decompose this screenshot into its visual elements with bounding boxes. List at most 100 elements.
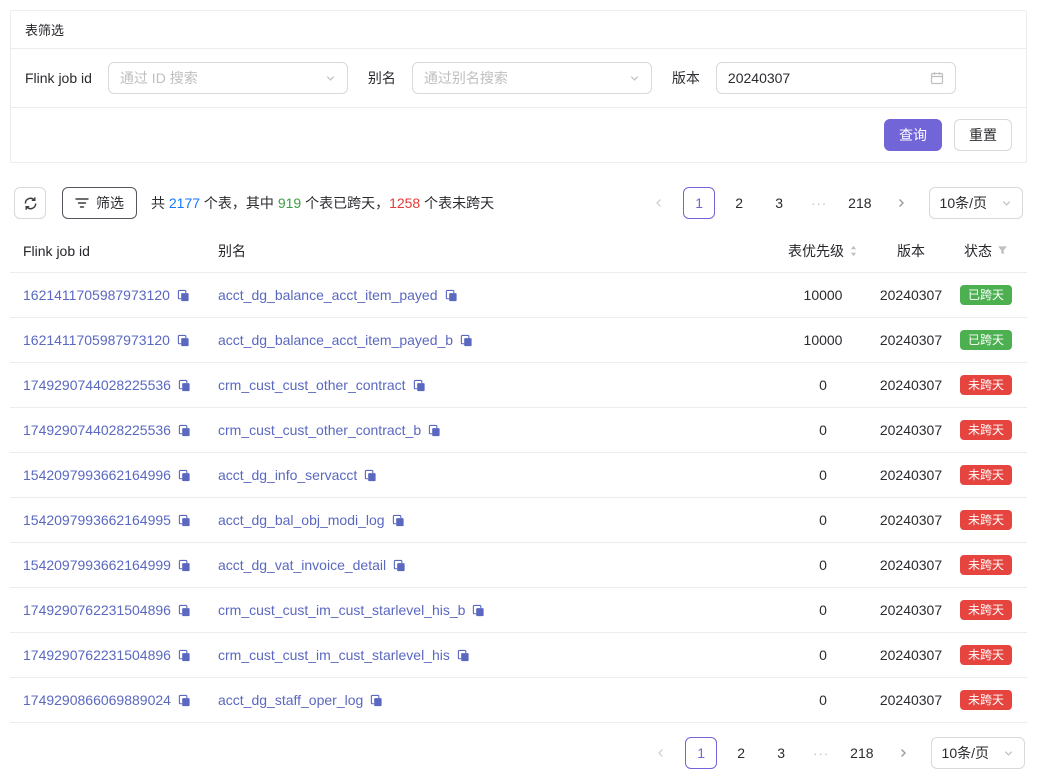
row-priority: 10000 [781,287,865,303]
table-row: 1621411705987973120 acct_dg_balance_acct… [10,273,1027,318]
copy-icon[interactable] [178,604,191,617]
pagination-next[interactable] [885,187,917,219]
query-button[interactable]: 查询 [884,119,942,151]
summary-text: 共 2177 个表，其中 919 个表已跨天，1258 个表未跨天 [151,193,494,213]
status-badge: 已跨天 [960,285,1012,305]
row-id-link[interactable]: 1542097993662164999 [23,557,171,573]
pagination-prev[interactable] [643,187,675,219]
filter-button-label: 筛选 [96,193,124,213]
copy-icon[interactable] [178,694,191,707]
copy-icon[interactable] [178,559,191,572]
table-header-row: Flink job id 别名 表优先级 版本 状态 [10,229,1027,273]
pagination-page-3[interactable]: 3 [763,187,795,219]
page-size-select[interactable]: 10条/页 [931,737,1025,769]
row-alias-link[interactable]: crm_cust_cust_other_contract_b [218,422,421,438]
total-count: 2177 [169,195,200,211]
filter-button[interactable]: 筛选 [62,187,137,219]
pagination-page-1[interactable]: 1 [683,187,715,219]
row-version: 20240307 [865,287,957,303]
row-version: 20240307 [865,602,957,618]
row-id-link[interactable]: 1749290744028225536 [23,422,171,438]
pagination-ellipsis[interactable]: ··· [805,737,837,769]
copy-icon[interactable] [177,334,190,347]
copy-icon[interactable] [178,649,191,662]
status-badge: 未跨天 [960,555,1012,575]
row-id-link[interactable]: 1542097993662164996 [23,467,171,483]
pagination: 123···218 10条/页 [639,187,1023,219]
filter-fields: Flink job id 通过 ID 搜索 别名 通过别名搜索 [11,49,1026,108]
pagination-page-218[interactable]: 218 [845,737,878,769]
version-value: 20240307 [728,70,790,86]
row-alias-link[interactable]: acct_dg_staff_oper_log [218,692,363,708]
version-label: 版本 [672,68,700,88]
copy-icon[interactable] [460,334,473,347]
refresh-button[interactable] [14,187,46,219]
row-id-link[interactable]: 1749290866069889024 [23,692,171,708]
row-priority: 0 [781,512,865,528]
page-size-value: 10条/页 [940,193,987,213]
row-alias-link[interactable]: acct_dg_balance_acct_item_payed [218,287,438,303]
row-alias-link[interactable]: acct_dg_info_servacct [218,467,357,483]
row-id-link[interactable]: 1749290762231504896 [23,647,171,663]
row-id-link[interactable]: 1749290744028225536 [23,377,171,393]
copy-icon[interactable] [178,469,191,482]
version-date-input[interactable]: 20240307 [716,62,956,94]
row-alias-link[interactable]: acct_dg_bal_obj_modi_log [218,512,385,528]
copy-icon[interactable] [178,379,191,392]
status-badge: 未跨天 [960,645,1012,665]
pagination-prev[interactable] [645,737,677,769]
alias-label: 别名 [368,68,396,88]
alias-select[interactable]: 通过别名搜索 [412,62,652,94]
copy-icon[interactable] [428,424,441,437]
pagination-page-2[interactable]: 2 [725,737,757,769]
row-version: 20240307 [865,467,957,483]
row-id-link[interactable]: 1621411705987973120 [23,332,170,348]
filter-funnel-icon[interactable] [997,245,1008,256]
copy-icon[interactable] [445,289,458,302]
pagination-slot: 123···218 10条/页 [641,737,1025,769]
copy-icon[interactable] [178,514,191,527]
copy-icon[interactable] [472,604,485,617]
copy-icon[interactable] [178,424,191,437]
row-id-link[interactable]: 1749290762231504896 [23,602,171,618]
copy-icon[interactable] [457,649,470,662]
row-alias-link[interactable]: acct_dg_balance_acct_item_payed_b [218,332,453,348]
table-row: 1542097993662164996 acct_dg_info_servacc… [10,453,1027,498]
table-row: 1542097993662164995 acct_dg_bal_obj_modi… [10,498,1027,543]
sort-icon[interactable] [849,244,858,258]
copy-icon[interactable] [413,379,426,392]
row-priority: 0 [781,602,865,618]
chevron-down-icon [1003,748,1014,759]
table-row: 1749290744028225536 crm_cust_cust_other_… [10,363,1027,408]
col-header-flink-job-id: Flink job id [23,243,218,259]
table-row: 1749290744028225536 crm_cust_cust_other_… [10,408,1027,453]
row-priority: 10000 [781,332,865,348]
copy-icon[interactable] [370,694,383,707]
row-id-link[interactable]: 1542097993662164995 [23,512,171,528]
table: Flink job id 别名 表优先级 版本 状态 1621411705987… [10,229,1027,723]
row-alias-link[interactable]: crm_cust_cust_im_cust_starlevel_his_b [218,602,465,618]
pagination-next[interactable] [887,737,919,769]
pagination-page-3[interactable]: 3 [765,737,797,769]
copy-icon[interactable] [393,559,406,572]
copy-icon[interactable] [364,469,377,482]
page: 表筛选 Flink job id 通过 ID 搜索 别名 通过别名搜索 [0,0,1037,779]
copy-icon[interactable] [392,514,405,527]
pagination-page-1[interactable]: 1 [685,737,717,769]
alias-placeholder: 通过别名搜索 [424,68,508,88]
row-alias-link[interactable]: crm_cust_cust_im_cust_starlevel_his [218,647,450,663]
flink-job-id-select[interactable]: 通过 ID 搜索 [108,62,348,94]
row-alias-link[interactable]: acct_dg_vat_invoice_detail [218,557,386,573]
copy-icon[interactable] [177,289,190,302]
filter-panel-title: 表筛选 [11,11,1026,49]
row-id-link[interactable]: 1621411705987973120 [23,287,170,303]
pagination-page-218[interactable]: 218 [843,187,876,219]
page-size-select[interactable]: 10条/页 [929,187,1023,219]
reset-button[interactable]: 重置 [954,119,1012,151]
crossed-count: 919 [278,195,301,211]
pagination-page-2[interactable]: 2 [723,187,755,219]
table-row: 1749290866069889024 acct_dg_staff_oper_l… [10,678,1027,723]
row-alias-link[interactable]: crm_cust_cust_other_contract [218,377,406,393]
table-row: 1542097993662164999 acct_dg_vat_invoice_… [10,543,1027,588]
pagination-ellipsis[interactable]: ··· [803,187,835,219]
